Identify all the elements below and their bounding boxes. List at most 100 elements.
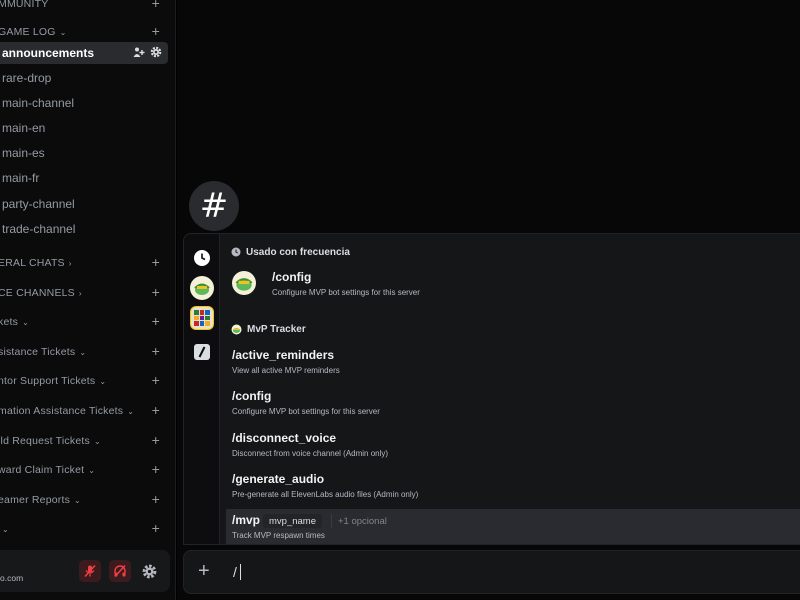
category-build-request-tickets[interactable]: ild Request Tickets ⌄ +	[0, 431, 168, 451]
add-channel-icon[interactable]: +	[152, 343, 160, 359]
add-channel-icon[interactable]: +	[152, 461, 160, 477]
channel-trade-channel[interactable]: trade-channel	[0, 218, 168, 240]
command-item-active-reminders[interactable]: /active_reminders View all active MVP re…	[226, 344, 800, 380]
category-label: CE CHANNELS	[0, 287, 75, 299]
chevron-down-icon: ⌄	[93, 436, 101, 446]
channel-main-en[interactable]: main-en	[0, 117, 168, 139]
frequent-section-header: Usado con frecuencia	[231, 245, 350, 259]
channel-name: rare-drop	[2, 71, 52, 85]
command-name: /generate_audio	[232, 472, 325, 486]
channel-name: main-fr	[2, 171, 40, 185]
category-label: kets	[0, 316, 19, 328]
category-information-assistance-tickets[interactable]: mation Assistance Tickets ⌄ +	[0, 401, 168, 421]
chevron-down-icon: ⌄	[88, 465, 96, 475]
category-mentor-support-tickets[interactable]: ntor Support Tickets ⌄ +	[0, 371, 168, 391]
chevron-down-icon: ⌄	[79, 347, 87, 357]
invite-members-icon[interactable]	[133, 46, 145, 58]
channel-name: announcements	[2, 46, 95, 60]
chevron-down-icon: ⌄	[127, 406, 135, 416]
gear-icon	[142, 564, 156, 578]
category-label: mation Assistance Tickets	[0, 405, 124, 417]
bot-grid-tab[interactable]	[190, 306, 214, 330]
add-channel-icon[interactable]: +	[152, 254, 160, 270]
channel-main-es[interactable]: main-es	[0, 142, 168, 164]
command-name: /config	[232, 389, 272, 403]
chat-area: # Usado con frecuencia /config Configure…	[177, 0, 800, 600]
add-channel-icon[interactable]: +	[152, 491, 160, 507]
channel-name: main-en	[2, 121, 46, 135]
category-streamer-reports[interactable]: eamer Reports ⌄ +	[0, 490, 168, 510]
message-composer[interactable]: + /	[183, 550, 800, 594]
add-channel-icon[interactable]: +	[152, 372, 160, 388]
bot-mvp-tracker-tab[interactable]	[190, 276, 214, 300]
category-community[interactable]: MMUNITY +	[0, 0, 168, 14]
add-channel-icon[interactable]: +	[152, 520, 160, 536]
headphones-muted-icon	[114, 564, 126, 578]
category-label: eamer Reports	[0, 494, 71, 506]
add-channel-icon[interactable]: +	[152, 23, 160, 39]
channel-rare-drop[interactable]: rare-drop	[0, 67, 168, 89]
channel-tools	[133, 46, 162, 58]
command-name: /active_reminders	[232, 348, 335, 362]
category-label: ERAL CHATS	[0, 257, 65, 269]
add-channel-icon[interactable]: +	[152, 284, 160, 300]
category-collapsed[interactable]: ⌄ +	[0, 519, 168, 539]
category-tickets[interactable]: kets ⌄ +	[0, 312, 168, 332]
command-item-disconnect-voice[interactable]: /disconnect_voice Disconnect from voice …	[226, 427, 800, 463]
category-label: ild Request Tickets	[0, 435, 90, 447]
chevron-down-icon: ⌄	[2, 524, 9, 534]
gear-icon[interactable]	[150, 46, 162, 58]
optional-params-count: +1 opcional	[331, 514, 387, 528]
bot-avatar-icon	[231, 324, 242, 334]
clock-icon	[194, 250, 210, 266]
category-reward-claim-ticket[interactable]: ward Claim Ticket ⌄ +	[0, 460, 168, 480]
channel-hash-icon: #	[189, 181, 239, 231]
chevron-down-icon: ⌄	[74, 495, 81, 505]
channel-main-channel[interactable]: main-channel	[0, 92, 168, 114]
channel-name: main-channel	[2, 96, 75, 110]
attach-plus-button[interactable]: +	[198, 561, 210, 581]
built-in-commands-tab[interactable]	[190, 340, 214, 364]
command-description: Configure MVP bot settings for this serv…	[232, 407, 380, 416]
add-channel-icon[interactable]: +	[152, 313, 160, 329]
category-label: sistance Tickets	[0, 346, 76, 358]
recent-commands-tab[interactable]	[190, 246, 214, 270]
command-list: Usado con frecuencia /config Configure M…	[220, 234, 800, 544]
category-assistance-tickets[interactable]: sistance Tickets ⌄ +	[0, 342, 168, 362]
category-game-log[interactable]: GAME LOG ⌄ +	[0, 22, 168, 42]
command-autocomplete: Usado con frecuencia /config Configure M…	[183, 233, 800, 545]
category-general-chats[interactable]: ERAL CHATS › +	[0, 253, 168, 273]
user-settings-button[interactable]	[139, 561, 159, 581]
command-description: Track MVP respawn times	[232, 531, 325, 540]
category-label: MMUNITY	[0, 0, 49, 10]
command-item-config[interactable]: /config Configure MVP bot settings for t…	[226, 385, 800, 421]
command-item-generate-audio[interactable]: /generate_audio Pre-generate all ElevenL…	[226, 468, 800, 504]
channel-name: main-es	[2, 146, 45, 160]
channel-main-fr[interactable]: main-fr	[0, 167, 168, 189]
command-item-mvp[interactable]: /mvp mvp_name +1 opcional Track MVP resp…	[226, 509, 800, 544]
message-input[interactable]: /	[233, 564, 237, 580]
add-channel-icon[interactable]: +	[152, 0, 160, 11]
category-voice-channels[interactable]: CE CHANNELS › +	[0, 283, 168, 303]
bot-avatar-icon	[233, 272, 255, 294]
command-name: /config	[272, 270, 312, 284]
channel-name: trade-channel	[2, 222, 76, 236]
command-item-frequent-config[interactable]: /config Configure MVP bot settings for t…	[226, 266, 800, 302]
chevron-down-icon: ⌄	[59, 27, 67, 37]
category-label: GAME LOG	[0, 26, 56, 38]
chevron-down-icon: ⌄	[99, 376, 107, 386]
bot-section-header: MvP Tracker	[231, 322, 306, 336]
add-channel-icon[interactable]: +	[152, 402, 160, 418]
channel-announcements[interactable]: announcements	[0, 42, 168, 64]
clock-icon	[231, 247, 241, 257]
command-description: Pre-generate all ElevenLabs audio files …	[232, 490, 419, 499]
command-source-rail	[184, 234, 220, 544]
section-title: MvP Tracker	[247, 323, 306, 335]
command-description: View all active MVP reminders	[232, 366, 340, 375]
slash-command-icon	[194, 344, 210, 360]
section-title: Usado con frecuencia	[246, 246, 350, 258]
mute-button[interactable]	[79, 560, 101, 582]
channel-party-channel[interactable]: party-channel	[0, 193, 168, 215]
deafen-button[interactable]	[109, 560, 131, 582]
add-channel-icon[interactable]: +	[152, 432, 160, 448]
